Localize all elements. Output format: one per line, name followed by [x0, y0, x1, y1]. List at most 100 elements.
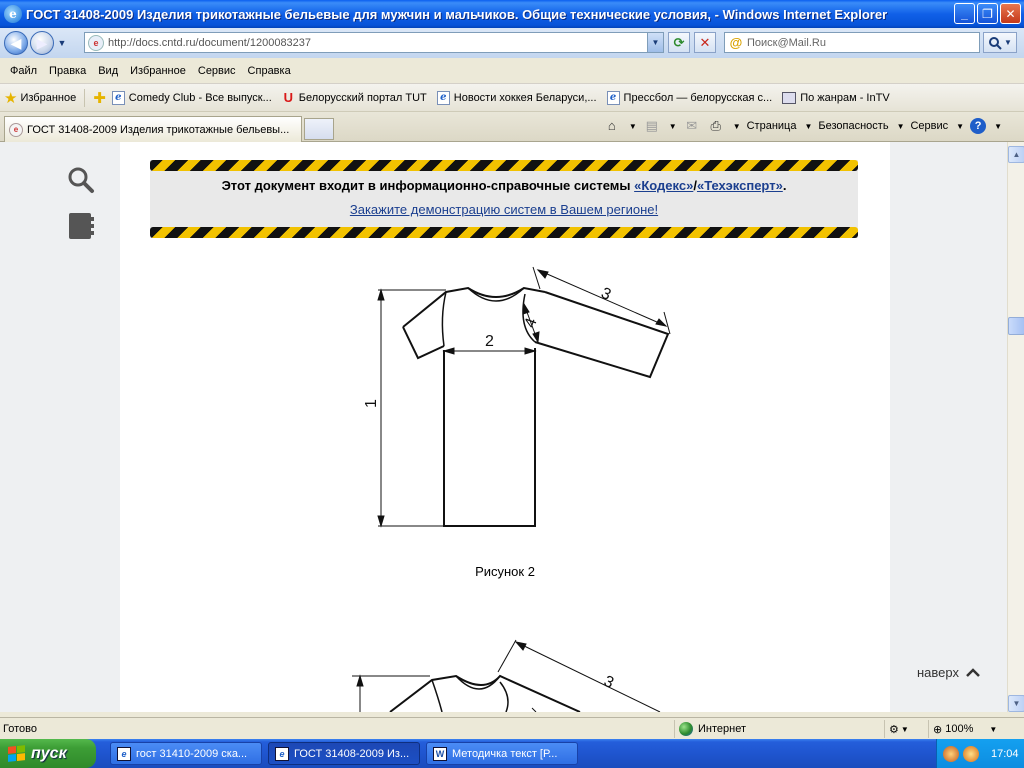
menu-tools[interactable]: Сервис — [192, 65, 242, 77]
dim-label-2: 2 — [485, 333, 494, 350]
close-button[interactable]: ✕ — [1000, 3, 1021, 24]
left-toolbar — [0, 142, 120, 712]
back-to-top-link[interactable]: наверх — [917, 665, 981, 680]
search-icon — [989, 36, 1002, 50]
favorite-label: Белорусский портал TUT — [298, 91, 427, 104]
tut-icon: U — [283, 89, 293, 105]
favorite-label: По жанрам - InTV — [800, 91, 890, 104]
stop-button[interactable]: ✕ — [694, 32, 716, 53]
chevron-up-icon — [966, 667, 980, 677]
search-input[interactable]: @ Поиск@Mail.Ru — [724, 32, 980, 53]
word-icon: W — [433, 746, 447, 761]
safety-menu[interactable]: Безопасность — [818, 120, 888, 132]
address-row: ◀ ▶ ▼ e http://docs.cntd.ru/document/120… — [0, 28, 1024, 58]
search-button[interactable]: ▼ — [983, 32, 1017, 53]
menu-edit[interactable]: Правка — [43, 65, 92, 77]
gear-lock-icon: ⚙ — [889, 723, 899, 736]
task-label: Методичка текст [Р... — [452, 747, 558, 760]
back-to-top-label: наверх — [917, 665, 959, 680]
menu-view[interactable]: Вид — [92, 65, 124, 77]
zoom-control[interactable]: ⊕ 100% ▼ — [928, 720, 1008, 738]
help-icon[interactable]: ? — [970, 118, 987, 134]
tab-title: ГОСТ 31408-2009 Изделия трикотажные бель… — [27, 123, 290, 136]
favorite-link-hockey[interactable]: e Новости хоккея Беларуси,... — [436, 90, 597, 105]
page-viewport: Этот документ входит в информационно-спр… — [0, 142, 1007, 712]
back-button[interactable]: ◀ — [4, 31, 28, 55]
star-icon: ★ — [4, 89, 18, 107]
scroll-down-button[interactable]: ▼ — [1008, 695, 1024, 712]
site-favicon: e — [88, 34, 104, 51]
internet-globe-icon — [679, 722, 693, 736]
search-placeholder: Поиск@Mail.Ru — [747, 36, 826, 49]
new-tab-button[interactable] — [304, 118, 334, 140]
taskbar: пуск e гост 31410-2009 ска... e ГОСТ 314… — [0, 739, 1024, 768]
zoom-level: 100% — [945, 723, 974, 735]
taskbar-item-1[interactable]: e гост 31410-2009 ска... — [110, 742, 262, 765]
bookmark-book-icon[interactable] — [65, 209, 97, 241]
dim-label-3: 3 — [598, 285, 613, 304]
menu-file[interactable]: Файл — [4, 65, 43, 77]
favorite-link-pressball[interactable]: e Прессбол — белорусская с... — [606, 90, 773, 105]
start-label: пуск — [31, 744, 67, 762]
scroll-up-button[interactable]: ▲ — [1008, 146, 1024, 163]
figure-2-drawing: 1 2 3 4 3 — [352, 266, 671, 712]
refresh-button[interactable]: ⟳ — [668, 32, 690, 53]
clock: 17:04 — [991, 747, 1019, 760]
favorite-link-tut[interactable]: U Белорусский портал TUT — [282, 89, 427, 105]
protected-mode[interactable]: ⚙ ▼ — [884, 720, 924, 738]
status-bar: Готово Интернет ⚙ ▼ ⊕ 100% ▼ — [0, 717, 1024, 739]
status-text: Готово — [3, 722, 37, 735]
dim-label-4: 4 — [522, 316, 541, 330]
favorites-button[interactable]: ★ Избранное — [4, 88, 86, 107]
mail-icon[interactable]: ✉ — [683, 117, 701, 135]
minimize-button[interactable]: _ — [954, 3, 975, 24]
page-menu[interactable]: Страница — [747, 120, 797, 132]
title-bar: e ГОСТ 31408-2009 Изделия трикотажные бе… — [0, 0, 1024, 28]
maximize-button[interactable]: ❐ — [977, 3, 998, 24]
address-dropdown[interactable]: ▼ — [647, 33, 663, 52]
menu-favorites[interactable]: Избранное — [124, 65, 192, 77]
add-favorite-icon[interactable]: ✚ — [93, 89, 106, 107]
tab-active[interactable]: e ГОСТ 31408-2009 Изделия трикотажные бе… — [4, 116, 302, 142]
taskbar-item-3[interactable]: W Методичка текст [Р... — [426, 742, 578, 765]
vertical-scrollbar[interactable]: ▲ ▼ — [1007, 142, 1024, 712]
task-label: ГОСТ 31408-2009 Из... — [294, 747, 410, 760]
print-icon[interactable]: ⎙ — [707, 117, 725, 135]
tv-icon — [782, 91, 797, 104]
ie-icon: e — [117, 746, 131, 761]
dim-label-1: 1 — [363, 399, 380, 408]
history-dropdown[interactable]: ▼ — [56, 38, 68, 48]
tray-app-icon[interactable] — [943, 745, 959, 762]
zone-label: Интернет — [698, 723, 746, 735]
menu-bar: Файл Правка Вид Избранное Сервис Справка — [0, 58, 1024, 84]
tray-app-icon[interactable] — [963, 745, 979, 762]
ie-page-icon: e — [606, 90, 620, 105]
favorite-label: Comedy Club - Все выпуск... — [128, 91, 272, 104]
search-icon[interactable] — [65, 164, 97, 196]
site-favicon: e — [9, 122, 23, 137]
favorite-link-intv[interactable]: По жанрам - InTV — [782, 91, 890, 104]
tools-menu[interactable]: Сервис — [910, 120, 948, 132]
start-button[interactable]: пуск — [0, 739, 96, 768]
favorite-label: Прессбол — белорусская с... — [623, 91, 773, 104]
feeds-icon[interactable]: ▤ — [643, 117, 661, 135]
zoom-icon: ⊕ — [933, 723, 943, 736]
ie-icon: e — [275, 746, 289, 761]
favorites-bar: ★ Избранное ✚ e Comedy Club - Все выпуск.… — [0, 84, 1024, 112]
forward-button[interactable]: ▶ — [30, 31, 54, 55]
system-tray: 17:04 — [936, 739, 1024, 768]
menu-help[interactable]: Справка — [242, 65, 297, 77]
command-bar: ⌂ ▼ ▤ ▼ ✉ ⎙ ▼ Страница ▼ Безопасность ▼ Серви… — [603, 117, 1002, 135]
tab-row: e ГОСТ 31408-2009 Изделия трикотажные бе… — [0, 112, 1024, 142]
address-bar[interactable]: e http://docs.cntd.ru/document/120008323… — [84, 32, 664, 53]
ie-page-icon: e — [111, 90, 125, 105]
document-page: Этот документ входит в информационно-спр… — [120, 142, 890, 712]
taskbar-item-2[interactable]: e ГОСТ 31408-2009 Из... — [268, 742, 420, 765]
windows-logo-icon — [8, 745, 25, 762]
security-zone[interactable]: Интернет — [674, 720, 880, 738]
home-icon[interactable]: ⌂ — [603, 117, 621, 135]
favorite-link-comedy[interactable]: e Comedy Club - Все выпуск... — [111, 90, 272, 105]
scroll-thumb[interactable] — [1008, 317, 1024, 335]
address-url[interactable]: http://docs.cntd.ru/document/1200083237 — [108, 37, 311, 49]
favorites-label: Избранное — [20, 91, 77, 104]
